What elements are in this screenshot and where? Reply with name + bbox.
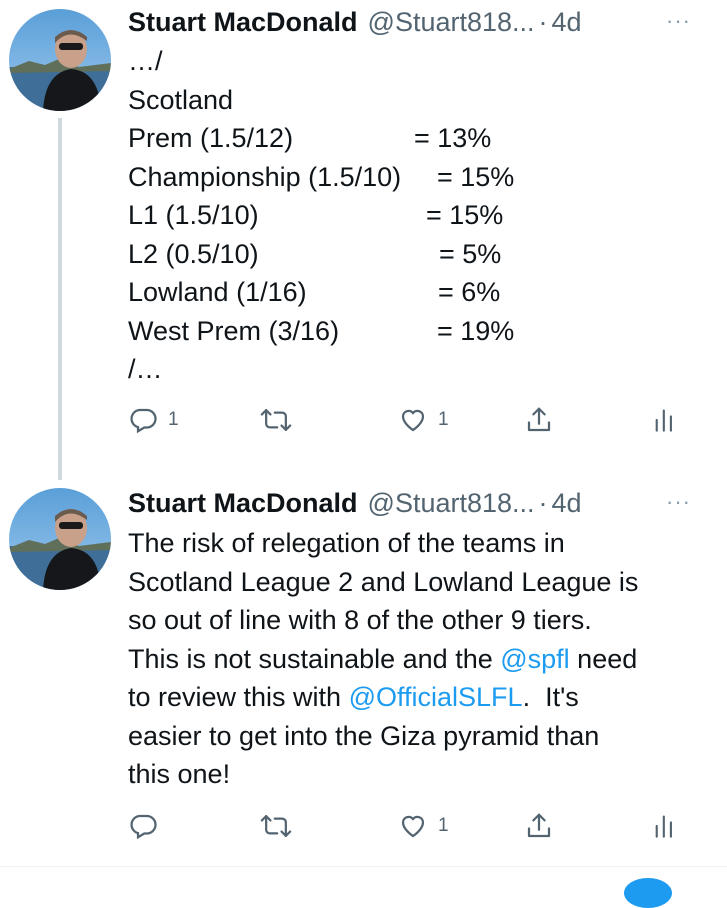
tweet-header: Stuart MacDonald @Stuart818... · 4d bbox=[128, 483, 582, 523]
text-line: This is not sustainable and the @spfl ne… bbox=[128, 640, 708, 679]
text-line: easier to get into the Giza pyramid than bbox=[128, 720, 600, 751]
tweet-header: Stuart MacDonald @Stuart818... · 4d bbox=[128, 2, 582, 42]
like-count: 1 bbox=[438, 815, 449, 836]
analytics-button[interactable] bbox=[652, 806, 678, 846]
tier-label: West Prem (3/16) bbox=[128, 315, 340, 346]
reply-button[interactable]: 1 bbox=[128, 400, 179, 440]
thread-line bbox=[58, 118, 62, 480]
share-icon bbox=[524, 811, 554, 841]
author-name[interactable]: Stuart MacDonald bbox=[128, 7, 358, 38]
text-line: to review this with @OfficialSLFL. It's bbox=[128, 678, 708, 717]
tier-value: = 15% bbox=[437, 161, 515, 192]
tier-label: Prem (1.5/12) bbox=[128, 123, 294, 153]
reply-icon bbox=[128, 811, 158, 841]
retweet-button[interactable] bbox=[260, 806, 302, 846]
avatar[interactable] bbox=[9, 9, 111, 111]
tweet-actions: 1 bbox=[128, 806, 688, 846]
share-button[interactable] bbox=[524, 806, 554, 846]
author-handle[interactable]: @Stuart818... bbox=[368, 488, 535, 519]
share-icon bbox=[524, 405, 554, 435]
timestamp[interactable]: 4d bbox=[552, 488, 582, 519]
heart-icon bbox=[398, 811, 428, 841]
tweet-text: The risk of relegation of the teams in S… bbox=[128, 524, 708, 794]
analytics-icon bbox=[652, 811, 678, 841]
avatar[interactable] bbox=[9, 488, 111, 590]
more-options-icon[interactable]: ··· bbox=[666, 489, 691, 515]
retweet-icon bbox=[260, 811, 292, 841]
mention-link[interactable]: @OfficialSLFL bbox=[349, 682, 523, 712]
text-line: …/ bbox=[128, 46, 163, 76]
text-line: this one! bbox=[128, 759, 231, 789]
tweet-actions: 1 1 bbox=[128, 400, 688, 440]
text-line: Scotland League 2 and Lowland League is bbox=[128, 566, 639, 597]
like-button[interactable]: 1 bbox=[398, 400, 449, 440]
like-button[interactable]: 1 bbox=[398, 806, 449, 846]
author-name[interactable]: Stuart MacDonald bbox=[128, 488, 358, 519]
heart-icon bbox=[398, 405, 428, 435]
timestamp[interactable]: 4d bbox=[552, 7, 582, 38]
text-fragment: . It's bbox=[522, 682, 579, 712]
reply-button[interactable] bbox=[128, 806, 168, 846]
text-fragment: This is not sustainable and the bbox=[128, 643, 501, 674]
retweet-icon bbox=[260, 405, 292, 435]
reply-icon bbox=[128, 405, 158, 435]
tier-label: L2 (0.5/10) bbox=[128, 238, 259, 269]
separator-dot: · bbox=[538, 487, 548, 518]
tier-value: = 13% bbox=[414, 123, 492, 153]
compose-button[interactable] bbox=[624, 878, 672, 908]
retweet-button[interactable] bbox=[260, 400, 302, 440]
tweet[interactable]: Stuart MacDonald @Stuart818... · 4d ··· … bbox=[0, 0, 727, 480]
tweet-divider bbox=[0, 866, 727, 867]
text-fragment: to review this with bbox=[128, 682, 349, 712]
analytics-icon bbox=[652, 405, 678, 435]
text-line: Scotland bbox=[128, 84, 234, 115]
like-count: 1 bbox=[438, 409, 449, 430]
separator-dot: · bbox=[538, 6, 548, 37]
mention-link[interactable]: @spfl bbox=[500, 644, 569, 674]
tier-value: = 15% bbox=[426, 200, 504, 230]
tier-label: Championship (1.5/10) bbox=[128, 161, 402, 192]
share-button[interactable] bbox=[524, 400, 554, 440]
tier-label: Lowland (1/16) bbox=[128, 277, 307, 307]
text-line: /… bbox=[128, 354, 163, 384]
text-fragment: need bbox=[569, 643, 638, 674]
tier-value: = 6% bbox=[438, 277, 501, 307]
tier-label: L1 (1.5/10) bbox=[128, 200, 259, 230]
tier-value: = 19% bbox=[437, 315, 515, 346]
text-line: The risk of relegation of the teams in bbox=[128, 528, 565, 558]
tier-value: = 5% bbox=[439, 238, 502, 269]
tweet[interactable]: Stuart MacDonald @Stuart818... · 4d ··· … bbox=[0, 466, 727, 866]
more-options-icon[interactable]: ··· bbox=[666, 8, 691, 34]
text-line: so out of line with 8 of the other 9 tie… bbox=[128, 605, 592, 635]
author-handle[interactable]: @Stuart818... bbox=[368, 7, 535, 38]
analytics-button[interactable] bbox=[652, 400, 678, 440]
reply-count: 1 bbox=[168, 409, 179, 430]
